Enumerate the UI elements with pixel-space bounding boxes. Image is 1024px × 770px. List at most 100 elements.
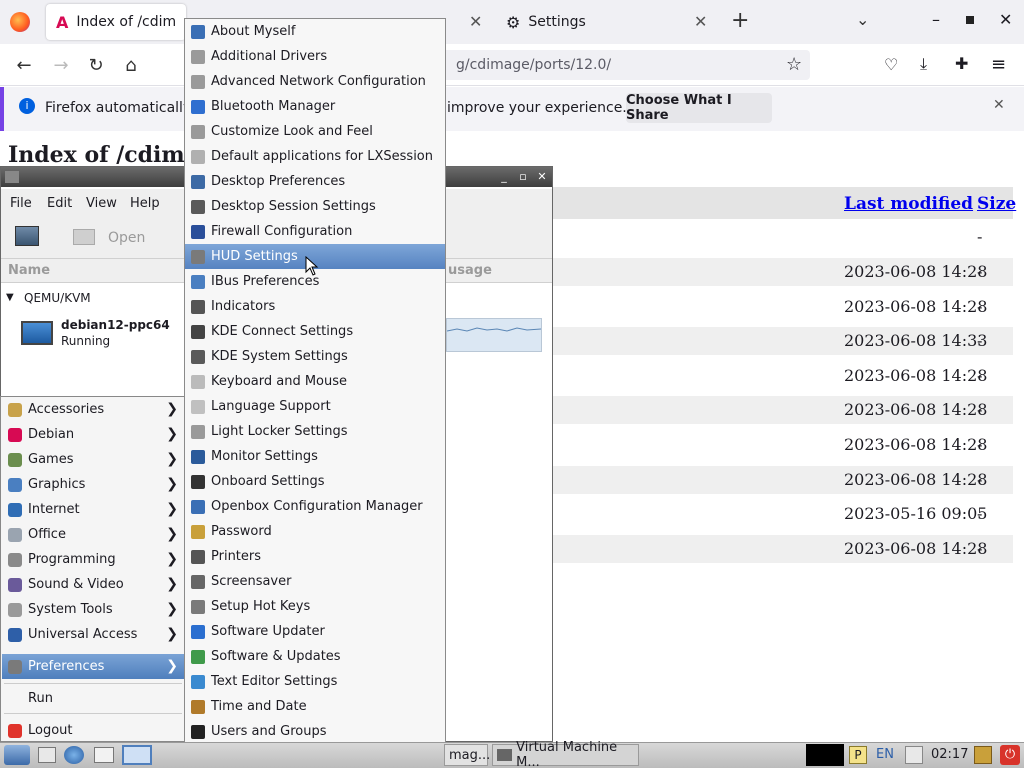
preferences-item-icon bbox=[191, 24, 205, 39]
preferences-item-language-support[interactable]: Language Support bbox=[185, 394, 445, 419]
choose-what-i-share-button[interactable]: Choose What I Share bbox=[626, 93, 772, 123]
menu-edit[interactable]: Edit bbox=[47, 196, 72, 211]
start-menu-item-sound-video[interactable]: Sound & Video ❯ bbox=[2, 572, 184, 597]
start-menu-item-system-tools[interactable]: System Tools ❯ bbox=[2, 597, 184, 622]
connection-label[interactable]: QEMU/KVM bbox=[24, 291, 91, 305]
column-name[interactable]: Name bbox=[8, 263, 50, 278]
preferences-item-setup-hot-keys[interactable]: Setup Hot Keys bbox=[185, 594, 445, 619]
clock[interactable]: 02:17 bbox=[931, 747, 968, 762]
preferences-item-icon bbox=[191, 74, 205, 89]
new-vm-icon[interactable] bbox=[15, 226, 39, 246]
tab-title: Settings bbox=[528, 14, 586, 30]
downloads-icon[interactable]: ⤓ bbox=[920, 54, 927, 74]
window-minimize-icon[interactable]: _ bbox=[497, 169, 511, 183]
file-manager-icon[interactable] bbox=[38, 747, 56, 763]
preferences-item-monitor-settings[interactable]: Monitor Settings bbox=[185, 444, 445, 469]
taskbar-virt-manager[interactable]: Virtual Machine M... bbox=[492, 740, 639, 770]
new-tab-button[interactable]: + bbox=[731, 8, 749, 33]
preferences-item-password[interactable]: Password bbox=[185, 519, 445, 544]
preferences-item-software-updates[interactable]: Software & Updates bbox=[185, 644, 445, 669]
home-icon[interactable]: ⌂ bbox=[118, 52, 144, 78]
preferences-item-icon bbox=[191, 349, 205, 364]
preferences-item-customize-look-and-feel[interactable]: Customize Look and Feel bbox=[185, 119, 445, 144]
tab-close-icon[interactable]: ✕ bbox=[694, 12, 707, 31]
preferences-item-kde-system-settings[interactable]: KDE System Settings bbox=[185, 344, 445, 369]
url-bar[interactable]: g/cdimage/ports/12.0/ bbox=[432, 50, 810, 80]
preferences-item-openbox-configuration-manager[interactable]: Openbox Configuration Manager bbox=[185, 494, 445, 519]
pocket-icon[interactable]: ♡ bbox=[884, 55, 898, 74]
preferences-item-advanced-network-configuration[interactable]: Advanced Network Configuration bbox=[185, 69, 445, 94]
preferences-item-kde-connect-settings[interactable]: KDE Connect Settings bbox=[185, 319, 445, 344]
sort-last-modified-link[interactable]: Last modified bbox=[844, 194, 973, 214]
forward-icon[interactable]: → bbox=[48, 52, 74, 78]
preferences-item-firewall-configuration[interactable]: Firewall Configuration bbox=[185, 219, 445, 244]
start-menu-item-label: Preferences bbox=[28, 659, 105, 674]
vm-name[interactable]: debian12-ppc64 bbox=[61, 318, 170, 332]
clipboard-icon[interactable]: P bbox=[849, 746, 867, 764]
start-menu-item-internet[interactable]: Internet ❯ bbox=[2, 497, 184, 522]
start-menu-run[interactable]: Run bbox=[2, 686, 184, 711]
preferences-item-printers[interactable]: Printers bbox=[185, 544, 445, 569]
preferences-item-onboard-settings[interactable]: Onboard Settings bbox=[185, 469, 445, 494]
preferences-item-light-locker-settings[interactable]: Light Locker Settings bbox=[185, 419, 445, 444]
bookmark-star-icon[interactable]: ☆ bbox=[786, 54, 802, 75]
extensions-icon[interactable]: ✚ bbox=[955, 54, 968, 73]
taskbar-virt-manager-label: Virtual Machine M... bbox=[516, 740, 618, 770]
desktop-switcher-icon[interactable] bbox=[94, 747, 114, 763]
preferences-item-time-and-date[interactable]: Time and Date bbox=[185, 694, 445, 719]
preferences-item-bluetooth-manager[interactable]: Bluetooth Manager bbox=[185, 94, 445, 119]
app-menu-icon[interactable]: ≡ bbox=[991, 54, 1006, 75]
preferences-item-text-editor-settings[interactable]: Text Editor Settings bbox=[185, 669, 445, 694]
taskbar-firefox[interactable]: mag... bbox=[444, 744, 490, 766]
preferences-item-icon bbox=[191, 699, 205, 714]
menu-view[interactable]: View bbox=[86, 196, 117, 211]
preferences-item-desktop-preferences[interactable]: Desktop Preferences bbox=[185, 169, 445, 194]
start-menu-item-debian[interactable]: Debian ❯ bbox=[2, 422, 184, 447]
start-menu-item-graphics[interactable]: Graphics ❯ bbox=[2, 472, 184, 497]
start-menu-item-universal-access[interactable]: Universal Access ❯ bbox=[2, 622, 184, 647]
preferences-item-indicators[interactable]: Indicators bbox=[185, 294, 445, 319]
preferences-item-screensaver[interactable]: Screensaver bbox=[185, 569, 445, 594]
start-menu-item-programming[interactable]: Programming ❯ bbox=[2, 547, 184, 572]
menu-help[interactable]: Help bbox=[130, 196, 160, 211]
workspace-icon[interactable] bbox=[122, 745, 152, 765]
start-menu-item-games[interactable]: Games ❯ bbox=[2, 447, 184, 472]
preferences-item-keyboard-and-mouse[interactable]: Keyboard and Mouse bbox=[185, 369, 445, 394]
preferences-item-users-and-groups[interactable]: Users and Groups bbox=[185, 719, 445, 744]
preferences-item-default-applications-for-lxsession[interactable]: Default applications for LXSession bbox=[185, 144, 445, 169]
browser-launcher-icon[interactable] bbox=[64, 746, 84, 764]
sort-size-link[interactable]: Size bbox=[977, 194, 1016, 214]
open-button-label[interactable]: Open bbox=[108, 230, 145, 246]
preferences-item-about-myself[interactable]: About Myself bbox=[185, 19, 445, 44]
preferences-item-additional-drivers[interactable]: Additional Drivers bbox=[185, 44, 445, 69]
start-menu-item-accessories[interactable]: Accessories ❯ bbox=[2, 397, 184, 422]
back-icon[interactable]: ← bbox=[11, 52, 37, 78]
power-icon[interactable]: ⏻ bbox=[1000, 745, 1020, 765]
close-notification-icon[interactable]: ✕ bbox=[993, 97, 1005, 113]
preferences-item-desktop-session-settings[interactable]: Desktop Session Settings bbox=[185, 194, 445, 219]
window-close-icon[interactable]: ✕ bbox=[535, 169, 549, 183]
close-window-button[interactable]: ✕ bbox=[999, 10, 1012, 29]
tab-index[interactable]: A Index of /cdimage/ports/12.0/ bbox=[46, 4, 186, 40]
start-menu-icon[interactable] bbox=[4, 745, 30, 765]
reload-icon[interactable]: ↻ bbox=[83, 52, 109, 78]
column-cpu-usage[interactable]: usage bbox=[448, 263, 492, 278]
tab-list-chevron-icon[interactable]: ⌄ bbox=[856, 10, 869, 29]
network-icon[interactable] bbox=[905, 746, 923, 764]
minimize-button[interactable]: – bbox=[932, 10, 940, 29]
start-menu-logout[interactable]: Logout bbox=[2, 718, 184, 743]
lock-screen-icon[interactable] bbox=[974, 746, 992, 764]
category-icon bbox=[8, 602, 22, 617]
menu-file[interactable]: File bbox=[10, 196, 32, 211]
firefox-menu-icon[interactable] bbox=[10, 12, 30, 32]
tab-settings[interactable]: ⚙ Settings bbox=[496, 4, 716, 40]
submenu-arrow-icon: ❯ bbox=[166, 501, 178, 517]
window-maximize-icon[interactable]: ▫ bbox=[516, 169, 530, 183]
keyboard-layout-indicator[interactable]: EN bbox=[876, 747, 894, 762]
maximize-button[interactable] bbox=[966, 16, 974, 24]
start-menu-item-preferences[interactable]: Preferences ❯ bbox=[2, 654, 184, 679]
preferences-item-software-updater[interactable]: Software Updater bbox=[185, 619, 445, 644]
start-menu-item-office[interactable]: Office ❯ bbox=[2, 522, 184, 547]
expander-arrow-icon[interactable]: ▼ bbox=[6, 292, 14, 303]
tab-close-icon[interactable]: ✕ bbox=[469, 12, 482, 31]
